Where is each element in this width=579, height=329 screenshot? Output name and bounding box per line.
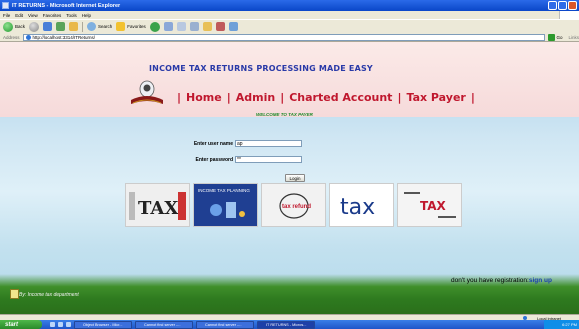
favorites-button[interactable]: Favorites [116, 22, 146, 31]
username-input[interactable] [235, 140, 302, 147]
address-bar: Address http://localhost:3314/ITReturns/… [0, 33, 579, 42]
menu-edit[interactable]: Edit [15, 13, 23, 18]
home-icon[interactable] [69, 22, 79, 31]
username-label: Enter user name [193, 140, 233, 147]
footer-document-icon [10, 289, 19, 299]
login-button[interactable]: Login [285, 174, 305, 182]
taskbar-item[interactable]: Object Browser - Micr... [74, 320, 132, 329]
nav-separator: | [226, 91, 231, 104]
browser-toolbar: Back Search Favorites [0, 19, 579, 33]
tile-4-text: tax [340, 195, 375, 220]
emblem-logo-icon [131, 80, 163, 104]
taskbar-item[interactable]: Cannot find server -... [196, 320, 254, 329]
nav-separator: | [397, 91, 402, 104]
address-field[interactable]: http://localhost:3314/ITReturns/ [22, 33, 546, 41]
search-label: Search [98, 24, 113, 29]
welcome-heading: WELCOME TO TAX PAYER [256, 112, 313, 117]
taskbar-item[interactable]: Cannot find server -... [135, 320, 193, 329]
start-button[interactable]: start [0, 320, 42, 329]
go-arrow-icon [548, 33, 556, 41]
star-icon [116, 22, 126, 31]
window-titlebar: IT RETURNS - Microsoft Internet Explorer [0, 0, 579, 11]
nav-charted-account[interactable]: Charted Account [289, 91, 392, 104]
tax-words-image: tax [329, 183, 394, 227]
go-button[interactable]: Go [548, 33, 563, 41]
favorites-label: Favorites [127, 24, 146, 29]
nav-separator: | [177, 91, 182, 104]
close-button[interactable] [568, 1, 577, 10]
quick-launch-mail-icon[interactable] [58, 322, 63, 327]
go-label: Go [556, 34, 563, 40]
maximize-button[interactable] [558, 1, 567, 10]
word-icon[interactable] [215, 22, 225, 31]
password-label: Enter password [195, 156, 233, 163]
main-nav: | Home | Admin | Charted Account | Tax P… [172, 91, 480, 104]
window-title: IT RETURNS - Microsoft Internet Explorer [12, 2, 121, 9]
income-tax-planning-image: INCOME TAX PLANNING [193, 183, 258, 227]
forward-button[interactable] [29, 21, 40, 32]
menu-favorites[interactable]: Favorites [43, 13, 62, 18]
image-strip: TAX INCOME TAX PLANNING tax refund tax T… [125, 183, 462, 227]
media-icon[interactable] [149, 21, 160, 32]
refresh-icon[interactable] [56, 22, 66, 31]
nav-separator: | [280, 91, 285, 104]
menu-bar: File Edit View Favorites Tools Help [0, 11, 579, 19]
menu-view[interactable]: View [28, 13, 38, 18]
tax-refund-image: tax refund [261, 183, 326, 227]
mail-icon[interactable] [176, 22, 186, 31]
messenger-icon[interactable] [228, 22, 238, 31]
header-band [0, 42, 579, 117]
search-icon [87, 22, 97, 31]
menu-file[interactable]: File [3, 13, 10, 18]
quick-launch-ie-icon[interactable] [50, 322, 55, 327]
back-label: Back [15, 24, 26, 29]
windows-logo-icon [559, 11, 579, 19]
ie-app-icon [2, 2, 9, 9]
footer-credit: By: Income tax department [19, 292, 79, 298]
window-controls [548, 1, 577, 10]
nav-admin[interactable]: Admin [236, 91, 275, 104]
nav-home[interactable]: Home [186, 91, 222, 104]
page-content: INCOME TAX RETURNS PROCESSING MADE EASY … [0, 42, 579, 314]
toolbar-separator [82, 21, 84, 32]
taskbar-item-active[interactable]: IT RETURNS - Micros... [257, 320, 315, 329]
page-icon [25, 34, 31, 40]
sign-up-link[interactable]: sign up [529, 277, 552, 284]
quick-launch [50, 322, 71, 327]
site-title: INCOME TAX RETURNS PROCESSING MADE EASY [149, 64, 373, 73]
menu-help[interactable]: Help [82, 13, 91, 18]
address-label: Address [3, 34, 20, 40]
intranet-icon [523, 315, 527, 320]
register-text: don't you have registration: [451, 277, 529, 284]
address-url: http://localhost:3314/ITReturns/ [32, 34, 96, 40]
print-icon[interactable] [189, 22, 199, 31]
minimize-button[interactable] [548, 1, 557, 10]
back-button[interactable]: Back [3, 21, 26, 32]
system-tray: 6:27 PM [544, 320, 579, 329]
tile-2-text: INCOME TAX PLANNING [198, 188, 250, 193]
business-tax-image: TAX [397, 183, 462, 227]
links-button[interactable]: Links [568, 35, 579, 40]
tile-1-text: TAX [138, 198, 178, 219]
search-button[interactable]: Search [87, 22, 112, 31]
tile-3-text: tax refund [282, 204, 311, 210]
folder-icon[interactable] [202, 22, 212, 31]
history-icon[interactable] [163, 22, 173, 31]
quick-launch-desktop-icon[interactable] [66, 322, 71, 327]
password-row: Enter password [178, 156, 302, 163]
back-arrow-icon [3, 21, 13, 32]
password-input[interactable] [235, 156, 302, 163]
tax-image-1: TAX [125, 183, 190, 227]
clock: 6:27 PM [562, 322, 577, 327]
stop-icon[interactable] [43, 22, 53, 31]
taskbar: start Object Browser - Micr... Cannot fi… [0, 320, 579, 329]
nav-separator: | [470, 91, 475, 104]
nav-tax-payer[interactable]: Tax Payer [406, 91, 465, 104]
register-prompt: don't you have registration:sign up [451, 277, 552, 284]
tile-5-text: TAX [420, 199, 447, 213]
username-row: Enter user name [178, 140, 302, 147]
menu-tools[interactable]: Tools [66, 13, 77, 18]
